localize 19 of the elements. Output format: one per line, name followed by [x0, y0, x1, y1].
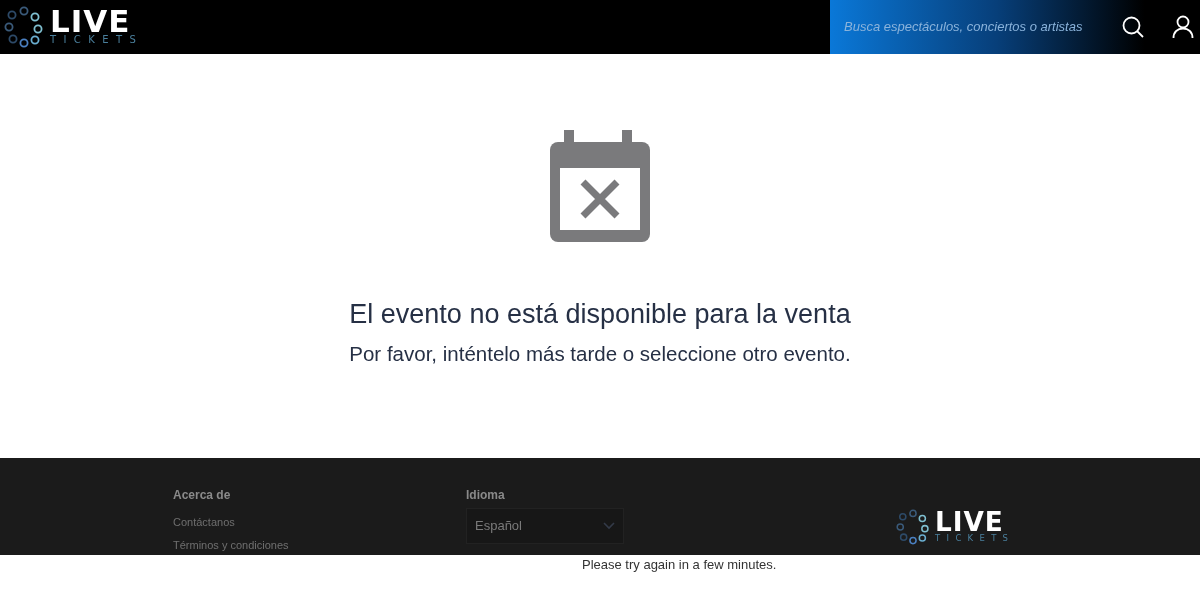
language-dropdown[interactable]: Español: [466, 508, 624, 544]
logo-subtitle: TICKETS: [935, 532, 1015, 544]
footer-heading: Idioma: [466, 487, 506, 504]
search-field[interactable]: Busca espectáculos, conciertos o artistas: [830, 17, 1098, 37]
logo-icon: [4, 5, 44, 49]
footer-link[interactable]: Términos y condiciones: [173, 536, 466, 553]
user-icon[interactable]: [1172, 15, 1194, 39]
logo-text: LIVE: [50, 8, 131, 34]
footer-link[interactable]: Contáctanos: [173, 514, 466, 531]
notice-text: Please try again in a few minutes.: [582, 556, 777, 574]
logo-text: LIVE: [935, 510, 1004, 533]
logo-icon: [896, 508, 930, 546]
error-message: Por favor, inténtelo más tarde o seleccione otro evento.: [349, 340, 851, 367]
error-title: El evento no está disponible para la venta: [349, 298, 851, 331]
chevron-down-icon: [603, 522, 615, 530]
calendar-cancel-icon: [550, 130, 650, 242]
logo-subtitle: TICKETS: [50, 34, 144, 46]
search-icon[interactable]: [1122, 16, 1144, 38]
footer-heading: Acerca de: [173, 487, 232, 504]
